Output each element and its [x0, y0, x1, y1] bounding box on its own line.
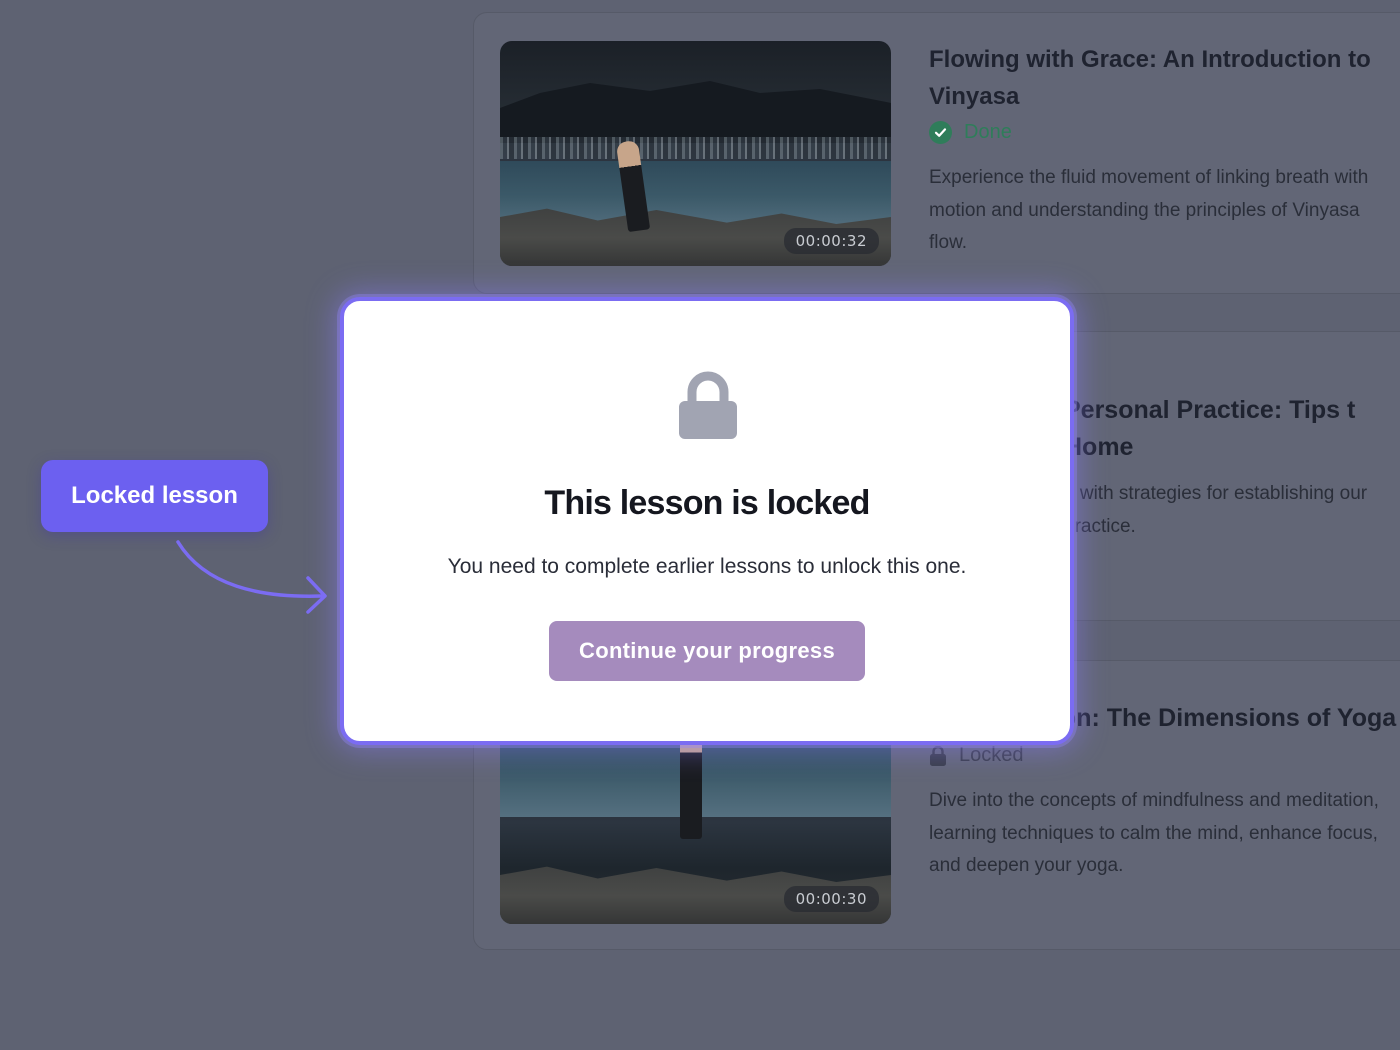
locked-lesson-callout: Locked lesson	[41, 460, 268, 532]
continue-progress-button[interactable]: Continue your progress	[549, 621, 865, 681]
lesson-info: Personal Practice: Tips t Home g with st…	[1064, 392, 1398, 543]
lesson-description: Experience the fluid movement of linking…	[929, 167, 1369, 253]
status-label: Done	[964, 121, 1012, 143]
video-duration: 00:00:30	[783, 886, 879, 912]
lesson-title[interactable]: Flowing with Grace: An Introduction to V…	[929, 41, 1398, 115]
modal-message: You need to complete earlier lessons to …	[447, 555, 967, 578]
check-circle-icon	[929, 121, 952, 144]
arrow-icon	[176, 540, 327, 614]
lock-icon	[930, 745, 946, 766]
status-label: Locked	[959, 744, 1024, 766]
video-duration: 00:00:32	[783, 228, 879, 254]
lesson-card[interactable]: 00:00:32 Flowing with Grace: An Introduc…	[473, 12, 1400, 294]
modal-title: This lesson is locked	[544, 484, 870, 522]
locked-lesson-modal: This lesson is locked You need to comple…	[340, 297, 1074, 745]
lesson-thumbnail[interactable]: 00:00:32	[500, 41, 891, 266]
status-badge: Locked	[929, 744, 1398, 767]
lock-icon	[679, 371, 737, 439]
town-illustration	[500, 137, 891, 159]
lesson-description: g with strategies for establishing our p…	[1064, 483, 1368, 537]
lesson-title[interactable]: Personal Practice: Tips t Home	[1064, 392, 1398, 466]
mountain-illustration	[500, 81, 891, 143]
lesson-description: Dive into the concepts of mindfulness an…	[929, 790, 1379, 876]
lesson-info: Flowing with Grace: An Introduction to V…	[929, 41, 1398, 260]
status-badge: Done	[929, 121, 1398, 144]
